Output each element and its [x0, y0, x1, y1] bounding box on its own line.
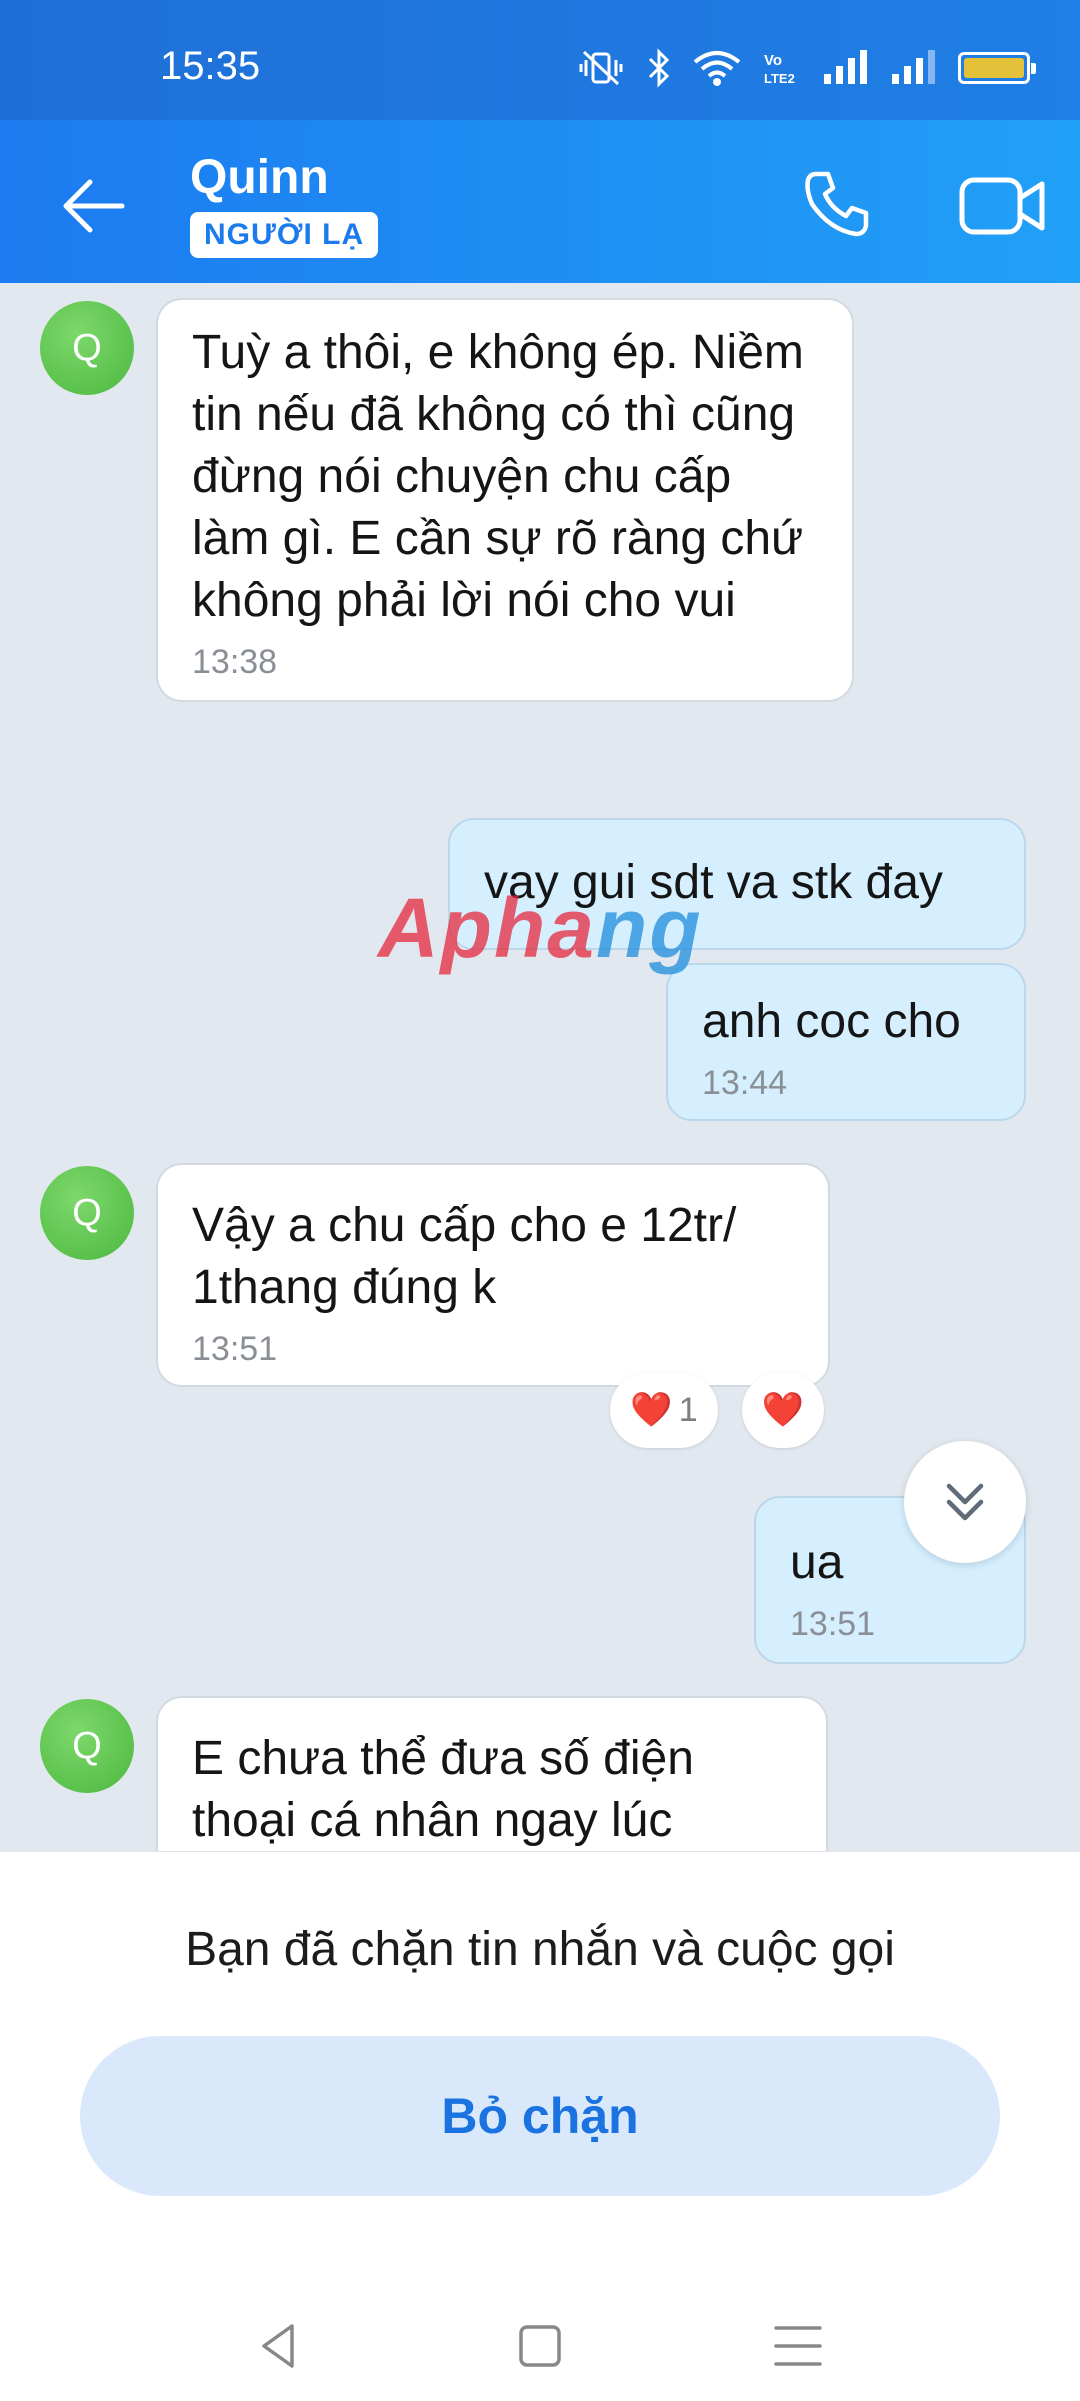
blocked-panel: Bạn đã chặn tin nhắn và cuộc gọi Bỏ chặn	[0, 1851, 1080, 2401]
message-time: 13:51	[790, 1605, 876, 1643]
message-text: E chưa thể đưa số điện thoại cá nhân nga…	[192, 1732, 694, 1847]
contact-name[interactable]: Quinn	[190, 150, 329, 205]
message-bubble-incoming[interactable]: E chưa thể đưa số điện thoại cá nhân nga…	[156, 1696, 828, 1851]
contact-avatar[interactable]: Q	[40, 1699, 134, 1793]
message-text: anh coc cho	[702, 995, 961, 1048]
watermark-logo: Aphang	[378, 881, 703, 975]
message-time: 13:44	[702, 1064, 788, 1102]
message-text: Vậy a chu cấp cho e 12tr/ 1thang đúng k	[192, 1199, 737, 1314]
nav-home-icon[interactable]	[510, 2316, 570, 2376]
message-list[interactable]: Q Tuỳ a thôi, e không ép. Niềm tin nếu đ…	[0, 283, 1080, 1851]
blocked-message: Bạn đã chặn tin nhắn và cuộc gọi	[185, 1923, 895, 1976]
reaction-count: 1	[678, 1390, 698, 1429]
scroll-to-bottom-button[interactable]	[904, 1441, 1026, 1563]
heart-icon: ❤️	[630, 1391, 673, 1429]
message-bubble-incoming[interactable]: Tuỳ a thôi, e không ép. Niềm tin nếu đã …	[156, 298, 854, 702]
contact-avatar[interactable]: Q	[40, 1166, 134, 1260]
message-text: Tuỳ a thôi, e không ép. Niềm tin nếu đã …	[192, 326, 804, 627]
arrow-left-icon[interactable]	[54, 166, 134, 246]
stranger-badge: NGƯỜI LẠ	[190, 212, 379, 258]
svg-text:LTE2: LTE2	[764, 71, 795, 86]
contact-avatar[interactable]: Q	[40, 301, 134, 395]
mute-vibrate-icon	[579, 50, 623, 86]
wifi-icon	[693, 51, 741, 86]
react-button[interactable]: ❤️	[742, 1372, 824, 1448]
heart-icon: ❤️	[761, 1391, 805, 1429]
message-time: 13:38	[192, 643, 278, 681]
volte-icon: Vo LTE2	[764, 52, 795, 86]
phone-icon[interactable]	[800, 166, 876, 242]
nav-back-icon[interactable]	[250, 2316, 310, 2376]
nav-menu-icon[interactable]	[768, 2316, 828, 2376]
status-icons: Vo LTE2	[576, 48, 1036, 88]
status-bar: 15:35 Vo LTE2	[0, 0, 1080, 120]
status-time: 15:35	[160, 44, 261, 88]
bluetooth-icon	[648, 48, 670, 88]
message-bubble-incoming[interactable]: Vậy a chu cấp cho e 12tr/ 1thang đúng k …	[156, 1163, 830, 1387]
system-nav-bar	[0, 2292, 1080, 2392]
chat-header: Quinn NGƯỜI LẠ	[0, 120, 1080, 283]
battery-icon	[958, 52, 1036, 84]
message-text: ua	[790, 1536, 844, 1589]
unblock-button[interactable]: Bỏ chặn	[80, 2036, 1000, 2196]
message-time: 13:51	[192, 1330, 278, 1368]
signal-icon	[824, 50, 867, 84]
signal-icon-2	[892, 50, 935, 84]
double-chevron-down-icon	[946, 1483, 984, 1521]
reaction-summary[interactable]: ❤️ 1	[610, 1372, 718, 1448]
message-bubble-outgoing[interactable]: anh coc cho 13:44	[666, 963, 1026, 1121]
svg-text:Vo: Vo	[764, 52, 782, 69]
video-camera-icon[interactable]	[958, 170, 1048, 242]
